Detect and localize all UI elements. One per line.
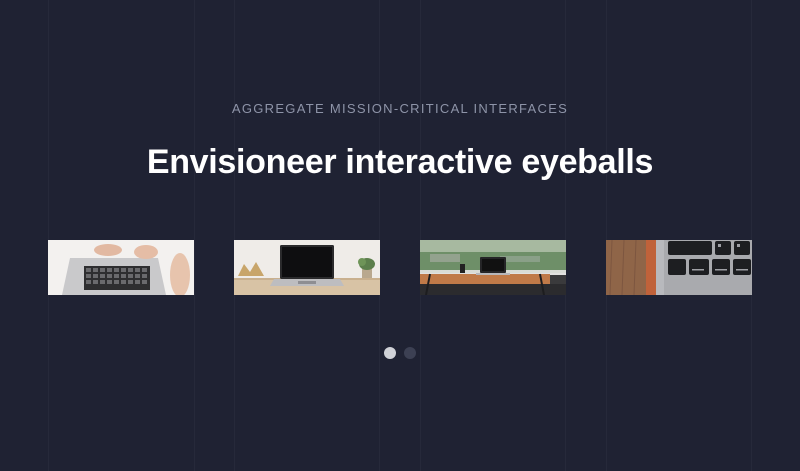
grid-line xyxy=(751,0,752,471)
grid-line xyxy=(606,0,607,471)
grid-line xyxy=(379,0,380,471)
laptop-desk-photo xyxy=(234,240,380,295)
carousel-slide-laptop-desk[interactable] xyxy=(234,240,380,295)
grid-line xyxy=(48,0,49,471)
keyboard-closeup-photo xyxy=(606,240,752,295)
laptop-window-view-photo xyxy=(420,240,566,295)
grid-line xyxy=(420,0,421,471)
carousel-slide-keyboard[interactable] xyxy=(606,240,752,295)
hero-title: Envisioneer interactive eyeballs xyxy=(146,143,654,181)
carousel-dot-1[interactable] xyxy=(384,347,396,359)
grid-line xyxy=(194,0,195,471)
grid-line xyxy=(234,0,235,471)
carousel-slide-laptop-typing[interactable] xyxy=(48,240,194,295)
carousel-pagination xyxy=(384,347,416,359)
laptop-typing-photo xyxy=(48,240,194,295)
grid-line xyxy=(565,0,566,471)
hero-eyebrow: AGGREGATE MISSION-CRITICAL INTERFACES xyxy=(231,101,569,116)
carousel-dot-2[interactable] xyxy=(404,347,416,359)
carousel-slide-laptop-window[interactable] xyxy=(420,240,566,295)
